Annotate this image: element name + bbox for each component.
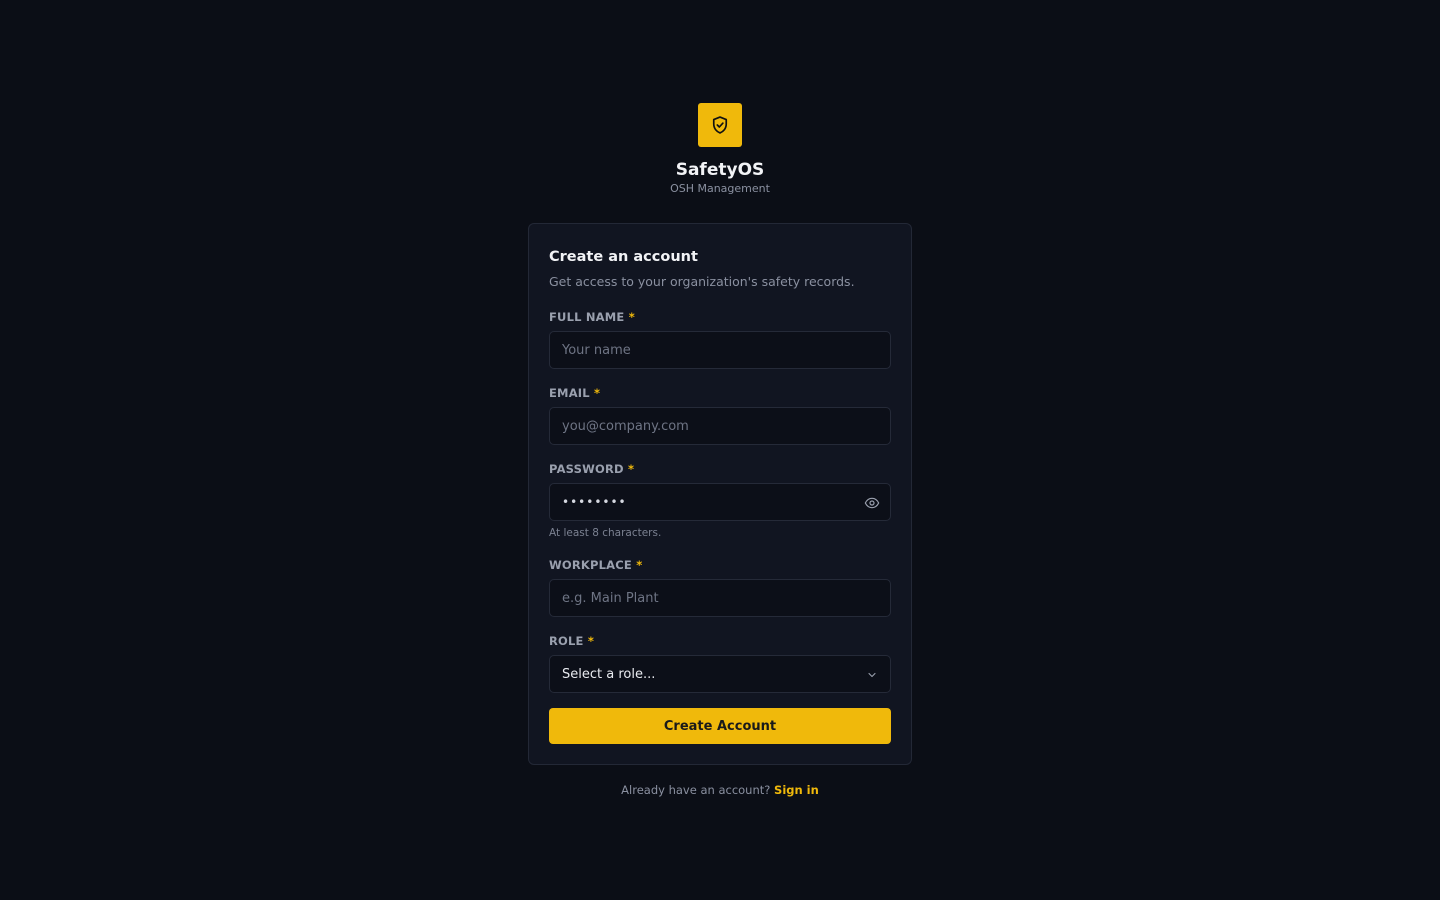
workplace-group: WORKPLACE * e.g. Main Plant — [549, 558, 891, 617]
workplace-label: WORKPLACE * — [549, 558, 891, 572]
role-group: ROLE * Select a role... — [549, 634, 891, 693]
required-marker: * — [594, 386, 601, 400]
form-title: Create an account — [549, 249, 698, 265]
password-group: PASSWORD * •••••••• At least 8 character… — [549, 462, 891, 540]
brand-subtitle: OSH Management — [670, 182, 770, 195]
email-input[interactable]: you@company.com — [549, 407, 891, 445]
workplace-label-text: WORKPLACE — [549, 558, 632, 572]
required-marker: * — [636, 558, 643, 572]
password-label-text: PASSWORD — [549, 462, 624, 476]
create-account-button[interactable]: Create Account — [549, 708, 891, 744]
role-select[interactable]: Select a role... — [549, 655, 891, 693]
password-hint: At least 8 characters. — [549, 527, 662, 539]
form-subtitle: Get access to your organization's safety… — [549, 274, 855, 289]
password-label: PASSWORD * — [549, 462, 891, 476]
brand-name: SafetyOS — [675, 160, 765, 180]
workplace-input[interactable]: e.g. Main Plant — [549, 579, 891, 617]
full-name-label: FULL NAME * — [549, 310, 891, 324]
eye-icon[interactable] — [864, 495, 880, 511]
sign-in-link[interactable]: Sign in — [774, 783, 819, 797]
role-selected-value: Select a role... — [562, 666, 656, 682]
shield-check-icon — [712, 116, 728, 134]
email-label-text: EMAIL — [549, 386, 590, 400]
required-marker: * — [628, 462, 635, 476]
password-value: •••••••• — [562, 495, 627, 509]
signin-prompt: Already have an account? — [621, 783, 771, 797]
role-label: ROLE * — [549, 634, 891, 648]
full-name-placeholder: Your name — [562, 342, 631, 358]
required-marker: * — [587, 634, 595, 648]
app-logo — [698, 103, 742, 147]
signup-page: SafetyOS OSH Management Create an accoun… — [0, 0, 1440, 900]
email-placeholder: you@company.com — [562, 418, 689, 434]
brand-header: SafetyOS OSH Management — [0, 103, 1440, 196]
full-name-label-text: FULL NAME — [549, 310, 625, 324]
signup-card: Create an account Get access to your org… — [528, 223, 912, 765]
email-group: EMAIL * you@company.com — [549, 386, 891, 445]
full-name-group: FULL NAME * Your name — [549, 310, 891, 369]
workplace-placeholder: e.g. Main Plant — [562, 590, 659, 606]
password-input[interactable]: •••••••• — [549, 483, 891, 521]
required-marker: * — [628, 310, 635, 324]
chevron-down-icon — [868, 672, 876, 678]
full-name-input[interactable]: Your name — [549, 331, 891, 369]
signin-footer: Already have an account? Sign in — [0, 782, 1440, 798]
role-label-text: ROLE — [549, 634, 584, 648]
email-label: EMAIL * — [549, 386, 891, 400]
